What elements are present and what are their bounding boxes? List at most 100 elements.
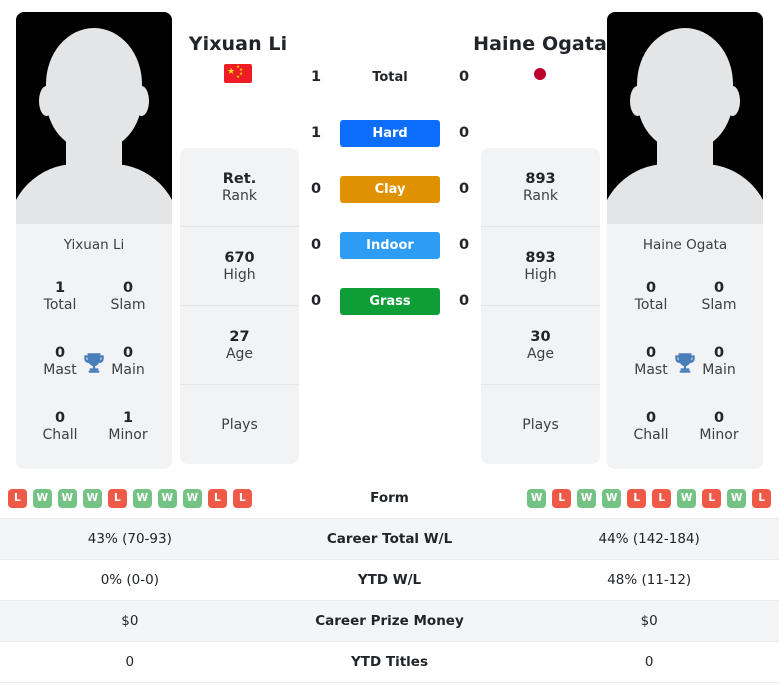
h2h-total-label: Total	[372, 69, 408, 85]
form-badge[interactable]: W	[32, 488, 52, 508]
form-badge[interactable]: L	[7, 488, 27, 508]
title-stat-value: 1	[122, 410, 134, 426]
h2h-row-indoor: 0 Indoor 0	[305, 230, 475, 260]
surface-badge-indoor[interactable]: Indoor	[340, 231, 440, 259]
stats-value-left: 0% (0-0)	[100, 572, 159, 588]
stats-table: L W W W L W W W L L Form W L W W L L W L W L 43% (70-93) Caree…	[0, 478, 779, 683]
title-stat-value: 0	[54, 345, 66, 361]
form-badge[interactable]: L	[207, 488, 227, 508]
title-stat-label: Minor	[699, 427, 739, 443]
title-stat-chall: 0 Chall	[623, 410, 679, 443]
surface-badge-hard[interactable]: Hard	[340, 119, 440, 147]
meta-age-left: 27 Age	[180, 306, 299, 385]
meta-value: 30	[530, 328, 551, 345]
h2h-score-right: 0	[458, 125, 470, 141]
form-badge[interactable]: L	[232, 488, 252, 508]
stats-row: 0% (0-0) YTD W/L 48% (11-12)	[0, 560, 779, 601]
meta-high-left: 670 High	[180, 227, 299, 306]
title-stat-value: 0	[645, 345, 657, 361]
titles-card-left: Yixuan Li 1 Total 0 Slam 0 Mast 0 Main 0 Chall 1 Min…	[16, 225, 172, 469]
h2h-score-left: 0	[310, 181, 322, 197]
h2h-score-right: 0	[458, 237, 470, 253]
flag-china-icon: ★ ★ ★ ★ ★	[224, 64, 252, 83]
titles-card-right: Haine Ogata 0 Total 0 Slam 0 Mast 0 Main 0 Chall 0 M…	[607, 225, 763, 469]
form-badge[interactable]: W	[132, 488, 152, 508]
title-stat-value: 0	[54, 410, 66, 426]
stats-row-label: YTD Titles	[351, 654, 428, 670]
surface-badge-grass[interactable]: Grass	[340, 287, 440, 315]
stats-row: 43% (70-93) Career Total W/L 44% (142-184)	[0, 519, 779, 560]
h2h-row-grass: 0 Grass 0	[305, 286, 475, 316]
title-stat-value: 0	[713, 280, 725, 296]
meta-label: Age	[526, 345, 555, 362]
form-badge[interactable]: W	[182, 488, 202, 508]
avatar-ear-right-icon	[134, 86, 149, 116]
player-meta-card-right: 893 Rank 893 High 30 Age Plays	[481, 148, 600, 464]
stats-row: 0 YTD Titles 0	[0, 642, 779, 683]
stats-value-right: $0	[640, 613, 658, 629]
flag-star-small: ★	[236, 75, 241, 80]
title-stat-chall: 0 Chall	[32, 410, 88, 443]
form-badge[interactable]: W	[57, 488, 77, 508]
meta-age-right: 30 Age	[481, 306, 600, 385]
titles-card-name-right: Haine Ogata	[642, 237, 728, 253]
title-stat-mast: 0 Mast	[623, 345, 679, 378]
title-stat-value: 0	[713, 345, 725, 361]
title-stat-main: 0 Main	[100, 345, 156, 378]
title-stat-value: 0	[713, 410, 725, 426]
title-stat-label: Main	[702, 362, 736, 378]
meta-rank-right: 893 Rank	[481, 148, 600, 227]
player-name-right[interactable]: Haine Ogata	[450, 33, 630, 55]
title-stat-value: 0	[122, 280, 134, 296]
surface-badge-clay[interactable]: Clay	[340, 175, 440, 203]
form-badge[interactable]: L	[652, 488, 672, 508]
stats-value-left: 43% (70-93)	[87, 531, 172, 547]
stats-row-label: Career Prize Money	[315, 613, 464, 629]
form-badge[interactable]: W	[157, 488, 177, 508]
form-badge[interactable]: L	[702, 488, 722, 508]
stats-value-left: 0	[125, 654, 135, 670]
player-comparison-page: Yixuan Li Haine Ogata Yixuan Li Haine Og…	[0, 0, 779, 699]
form-badge[interactable]: W	[527, 488, 547, 508]
head-to-head-list: 1 Total 0 1 Hard 0 0 Clay 0 0 Indoor 0 0 Grass 0	[305, 62, 475, 316]
flag-japan-icon	[526, 64, 554, 83]
form-badge[interactable]: L	[752, 488, 772, 508]
stats-row-label: Form	[370, 490, 409, 506]
avatar-ear-left-icon	[630, 86, 645, 116]
h2h-score-left: 1	[310, 69, 322, 85]
form-badge[interactable]: W	[602, 488, 622, 508]
form-badge[interactable]: W	[577, 488, 597, 508]
title-stat-mast: 0 Mast	[32, 345, 88, 378]
stats-value-right: 48% (11-12)	[607, 572, 692, 588]
form-badges-left: LWWWLWWWLL	[0, 488, 260, 508]
form-badge[interactable]: W	[727, 488, 747, 508]
title-stat-value: 0	[645, 410, 657, 426]
title-stat-total: 0 Total	[623, 280, 679, 313]
form-badge[interactable]: W	[82, 488, 102, 508]
form-badge[interactable]: W	[677, 488, 697, 508]
title-stat-value: 1	[54, 280, 66, 296]
title-stat-label: Chall	[42, 427, 78, 443]
avatar-body-icon	[16, 164, 172, 224]
title-stat-value: 0	[122, 345, 134, 361]
flag-star-large: ★	[227, 66, 236, 77]
h2h-row-total: 1 Total 0	[305, 62, 475, 92]
trophy-icon	[672, 350, 698, 380]
title-stat-label: Slam	[110, 297, 146, 313]
form-badge[interactable]: L	[107, 488, 127, 508]
stats-value-right: 44% (142-184)	[598, 531, 700, 547]
title-stat-label: Minor	[108, 427, 148, 443]
form-badge[interactable]: L	[552, 488, 572, 508]
h2h-score-left: 1	[310, 125, 322, 141]
titles-card-name-left: Yixuan Li	[63, 237, 125, 253]
meta-value: 670	[224, 249, 255, 266]
title-stat-main: 0 Main	[691, 345, 747, 378]
player-name-left[interactable]: Yixuan Li	[148, 33, 328, 55]
h2h-score-right: 0	[458, 69, 470, 85]
h2h-score-right: 0	[458, 181, 470, 197]
title-stat-slam: 0 Slam	[100, 280, 156, 313]
meta-label: High	[223, 266, 256, 283]
form-badge[interactable]: L	[627, 488, 647, 508]
meta-rank-left: Ret. Rank	[180, 148, 299, 227]
title-stat-label: Main	[111, 362, 145, 378]
